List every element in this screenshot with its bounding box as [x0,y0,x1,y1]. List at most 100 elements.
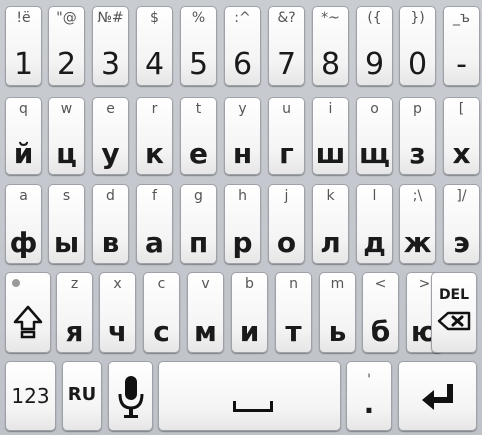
key-alt-label: i [328,101,333,117]
key-number_row-7[interactable]: *~ 8 [312,6,349,86]
key-alt-label: w [60,101,73,117]
language-label: RU [67,384,97,405]
key-number_row-2[interactable]: №# 3 [92,6,129,86]
key-alt-label: f [152,188,157,204]
key-alt-label: < [374,276,387,292]
key-row3_letters-2[interactable]: cс [143,272,180,353]
key-alt-label: ({ [367,10,382,26]
shift-indicator [12,279,20,287]
key-alt-label: a [19,188,28,204]
key-number_row-3[interactable]: $4 [136,6,173,86]
key-alt-label: "@ [56,10,77,26]
key-main-label: в [101,226,120,259]
key-main-label: х [452,137,471,170]
key-main-label: ц [56,137,77,170]
key-main-label: й [13,137,34,170]
key-main-label: ы [53,226,80,259]
key-row3_letters-1[interactable]: xч [99,272,136,353]
key-row1-8[interactable]: oщ [356,97,393,175]
key-main-label: э [453,226,470,259]
key-row2-7[interactable]: kл [312,184,349,264]
key-main-label: щ [359,137,390,170]
symbols-key[interactable]: 123 [5,361,56,431]
key-row1-10[interactable]: [х [443,97,480,175]
key-row2-1[interactable]: sы [48,184,85,264]
key-alt-label: o [370,101,379,117]
space-key[interactable] [158,361,341,431]
key-main-label: - [456,47,467,82]
key-row1-5[interactable]: yн [224,97,261,175]
key-alt-label: b [245,276,254,292]
key-row1-0[interactable]: qй [5,97,42,175]
enter-key[interactable] [398,361,477,431]
key-row1-4[interactable]: tе [180,97,217,175]
key-row1-2[interactable]: eу [92,97,129,175]
key-alt-label: m [330,276,345,292]
key-row1-9[interactable]: pз [399,97,436,175]
key-row2-6[interactable]: jо [268,184,305,264]
key-row3_letters-7[interactable]: < б [362,272,399,353]
key-main-label: з [409,137,426,170]
key-row1-6[interactable]: uг [268,97,305,175]
backspace-icon [432,309,476,333]
key-row3_letters-4[interactable]: bи [231,272,268,353]
key-row3_letters-5[interactable]: nт [275,272,312,353]
key-main-label: . [363,387,375,420]
key-number_row-6[interactable]: &? 7 [268,6,305,86]
key-row2-8[interactable]: lд [356,184,393,264]
shift-key[interactable] [5,272,51,353]
key-main-label: с [153,315,170,348]
key-main-label: 4 [144,47,165,82]
language-key[interactable]: RU [62,361,102,431]
key-row2-3[interactable]: fа [136,184,173,264]
key-alt-label: ]/ [456,188,467,204]
key-alt-label: n [289,276,298,292]
key-alt-label: h [238,188,247,204]
key-alt-label: №# [97,10,124,26]
voice-input-key[interactable] [108,361,153,431]
key-alt-label: c [157,276,166,292]
key-row1-1[interactable]: wц [48,97,85,175]
key-alt-label: z [70,276,79,292]
key-row1-7[interactable]: iш [312,97,349,175]
key-row2-4[interactable]: gп [180,184,217,264]
key-main-label: р [232,226,253,259]
key-row2-2[interactable]: dв [92,184,129,264]
key-alt-label: *~ [321,10,340,26]
key-number_row-8[interactable]: ({ 9 [356,6,393,86]
key-alt-label: j [284,188,289,204]
delete-key[interactable]: DEL [431,272,477,353]
key-row3_letters-3[interactable]: vм [187,272,224,353]
key-number_row-0[interactable]: !ё 1 [5,6,42,86]
key-alt-label: y [238,101,247,117]
key-row1-3[interactable]: rк [136,97,173,175]
microphone-icon [109,372,152,422]
key-main-label: 9 [364,47,385,82]
key-number_row-9[interactable]: }) 0 [399,6,436,86]
key-main-label: о [276,226,297,259]
key-main-label: 0 [407,47,428,82]
key-main-label: г [279,137,294,170]
key-row3_letters-0[interactable]: zя [56,272,93,353]
key-row2-9[interactable]: ;\ ж [399,184,436,264]
key-main-label: б [370,315,391,348]
key-alt-label: :^ [234,10,251,26]
key-row2-0[interactable]: aф [5,184,42,264]
key-number_row-4[interactable]: % 5 [180,6,217,86]
key-alt-label: _ъ [453,10,470,26]
key-main-label: и [239,315,260,348]
key-main-label: л [320,226,341,259]
key-number_row-1[interactable]: "@ 2 [48,6,85,86]
key-number_row-5[interactable]: :^ 6 [224,6,261,86]
delete-label: DEL [438,287,470,303]
key-row3_letters-6[interactable]: mь [319,272,356,353]
key-row2-5[interactable]: hр [224,184,261,264]
key-alt-label: $ [150,10,159,26]
key-alt-label: s [62,188,71,204]
key-number_row-10[interactable]: _ъ - [443,6,480,86]
key-alt-label: ' [367,372,371,388]
enter-icon [399,378,476,416]
key-alt-label: [ [458,101,465,117]
period-key[interactable]: '. [346,361,392,431]
key-row2-10[interactable]: ]/ э [443,184,480,264]
